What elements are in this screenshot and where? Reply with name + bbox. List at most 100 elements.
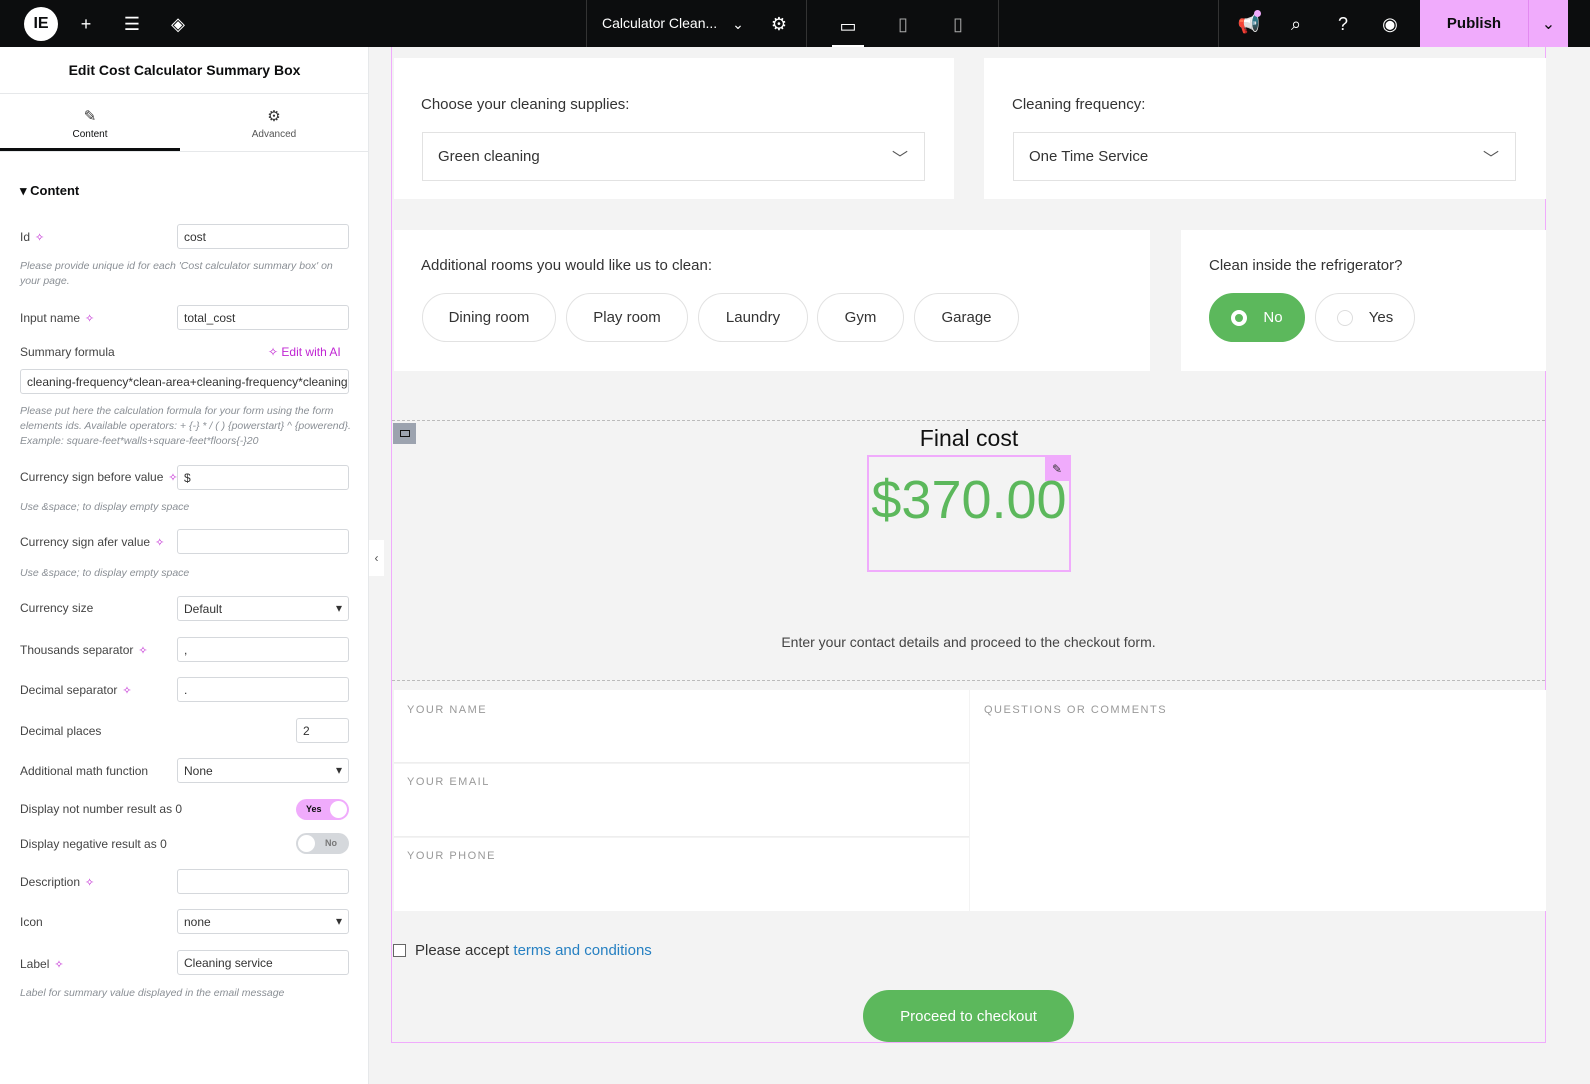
id-input[interactable]: cost (177, 224, 349, 249)
chevron-down-icon: ﹀ (891, 151, 908, 168)
section-content-toggle[interactable]: ▾ Content (20, 183, 79, 199)
help-icon[interactable]: ? (1327, 8, 1359, 40)
radio-empty-icon (1336, 309, 1353, 326)
tab-advanced[interactable]: ⚙ Advanced (184, 95, 364, 151)
decimal-places-label: Decimal places (20, 724, 102, 738)
edit-with-ai-button[interactable]: ✧ Edit with AI (268, 345, 341, 359)
frequency-select[interactable]: One Time Service ﹀ (1013, 132, 1516, 181)
site-settings-icon[interactable]: ☰ (116, 8, 148, 40)
mobile-device-icon[interactable]: ▯ (942, 8, 974, 40)
ai-sparkle-icon[interactable]: ✧ (122, 685, 131, 697)
summary-label-label: Label ✧ (20, 957, 64, 971)
fridge-option-yes[interactable]: Yes (1315, 293, 1415, 342)
icon-select[interactable]: none (177, 909, 349, 934)
not-number-toggle[interactable]: Yes (296, 799, 349, 820)
chevron-down-icon[interactable]: ⌄ (722, 8, 754, 40)
pencil-icon: ✎ (83, 108, 97, 125)
currency-before-input[interactable]: $ (177, 465, 349, 490)
add-element-icon[interactable]: + (70, 8, 102, 40)
email-field[interactable]: YOUR EMAIL (394, 764, 969, 837)
desktop-device-icon[interactable]: ▭ (832, 8, 864, 47)
room-option-laundry[interactable]: Laundry (698, 293, 808, 342)
currency-size-label: Currency size (20, 601, 94, 615)
frequency-card: Cleaning frequency: One Time Service ﹀ (984, 58, 1546, 199)
document-title[interactable]: Calculator Clean... (602, 15, 717, 31)
currency-after-hint: Use &space; to display empty space (20, 567, 190, 579)
thousands-separator-label: Thousands separator ✧ (20, 643, 148, 657)
supplies-card: Choose your cleaning supplies: Green cle… (394, 58, 954, 199)
ai-sparkle-icon[interactable]: ✧ (155, 537, 164, 549)
top-bar: IE + ☰ ◈ Calculator Clean... ⌄ ⚙ ▭ ▯ ▯ 📢… (0, 0, 1590, 47)
chevron-down-icon: ﹀ (1482, 151, 1499, 168)
rooms-label: Additional rooms you would like us to cl… (421, 257, 712, 274)
publish-options-chevron-icon[interactable]: ⌄ (1528, 0, 1568, 47)
fridge-label: Clean inside the refrigerator? (1209, 257, 1403, 274)
input-name-label: Input name ✧ (20, 311, 95, 325)
currency-size-select[interactable]: Default (177, 596, 349, 621)
ai-sparkle-icon[interactable]: ✧ (138, 645, 147, 657)
decimal-separator-input[interactable]: . (177, 677, 349, 702)
terms-link[interactable]: terms and conditions (513, 942, 651, 959)
decimal-places-stepper[interactable]: 2 (296, 718, 349, 743)
icon-label: Icon (20, 915, 43, 929)
contact-instructions: Enter your contact details and proceed t… (781, 634, 1156, 650)
math-function-label: Additional math function (20, 764, 149, 778)
terms-text: Please accept terms and conditions (415, 942, 652, 959)
thousands-separator-input[interactable]: , (177, 637, 349, 662)
math-function-select[interactable]: None (177, 758, 349, 783)
supplies-label: Choose your cleaning supplies: (421, 96, 630, 113)
decimal-separator-label: Decimal separator ✧ (20, 683, 132, 697)
room-option-garage[interactable]: Garage (914, 293, 1019, 342)
final-cost-title: Final cost (919, 425, 1019, 451)
terms-checkbox[interactable] (393, 944, 406, 957)
structure-layers-icon[interactable]: ◈ (162, 8, 194, 40)
negative-zero-toggle[interactable]: No (296, 833, 349, 854)
currency-before-hint: Use &space; to display empty space (20, 501, 190, 513)
page-canvas: Choose your cleaning supplies: Green cle… (391, 47, 1546, 1043)
room-option-gym[interactable]: Gym (817, 293, 904, 342)
name-field[interactable]: YOUR NAME (394, 690, 969, 763)
section-handle-icon[interactable] (393, 423, 416, 444)
room-option-dining[interactable]: Dining room (422, 293, 556, 342)
room-option-play[interactable]: Play room (566, 293, 688, 342)
supplies-select[interactable]: Green cleaning ﹀ (422, 132, 925, 181)
input-name-input[interactable]: total_cost (177, 305, 349, 330)
fridge-option-no[interactable]: No (1209, 293, 1305, 342)
ai-sparkle-icon[interactable]: ✧ (85, 877, 94, 889)
label-hint: Label for summary value displayed in the… (20, 987, 285, 999)
ai-sparkle-icon[interactable]: ✧ (54, 959, 63, 971)
collapse-panel-chevron-icon[interactable]: ‹ (369, 540, 384, 576)
summary-formula-input[interactable]: cleaning-frequency*clean-area+cleaning-f… (20, 369, 349, 394)
id-label: Id ✧ (20, 230, 45, 244)
publish-button[interactable]: Publish (1420, 0, 1528, 47)
currency-after-input[interactable] (177, 529, 349, 554)
elementor-logo-icon[interactable]: IE (24, 7, 58, 41)
id-hint: Please provide unique id for each 'Cost … (20, 260, 333, 287)
phone-field[interactable]: YOUR PHONE (394, 838, 969, 911)
tab-label: Content (72, 129, 108, 140)
currency-before-label: Currency sign before value ✧ (20, 470, 178, 484)
frequency-label: Cleaning frequency: (1012, 96, 1146, 113)
gear-icon: ⚙ (267, 108, 281, 125)
search-icon[interactable]: ⌕ (1280, 8, 1312, 40)
editor-panel: Edit Cost Calculator Summary Box ✎ Conten… (0, 47, 369, 1084)
summary-label-input[interactable]: Cleaning service (177, 950, 349, 975)
description-input[interactable] (177, 869, 349, 894)
section-title: Content (30, 183, 80, 198)
preview-eye-icon[interactable]: ◉ (1374, 8, 1406, 40)
comments-field[interactable]: QUESTIONS OR COMMENTS (970, 690, 1546, 911)
notifications-megaphone-icon[interactable]: 📢 (1233, 8, 1265, 40)
ai-sparkle-icon[interactable]: ✧ (35, 232, 44, 244)
ai-sparkle-icon[interactable]: ✧ (85, 313, 94, 325)
summary-box-widget[interactable]: ✎ $370.00 (867, 455, 1071, 572)
tab-label: Advanced (251, 129, 297, 140)
description-label: Description ✧ (20, 875, 95, 889)
page-settings-gear-icon[interactable]: ⚙ (763, 8, 795, 40)
currency-after-label: Currency sign afer value ✧ (20, 535, 165, 549)
summary-formula-label: Summary formula (20, 345, 115, 359)
final-cost-value: $370.00 (871, 470, 1067, 530)
tablet-device-icon[interactable]: ▯ (887, 8, 919, 40)
panel-title: Edit Cost Calculator Summary Box (0, 47, 369, 94)
proceed-to-checkout-button[interactable]: Proceed to checkout (863, 990, 1074, 1042)
tab-content[interactable]: ✎ Content (0, 95, 180, 151)
